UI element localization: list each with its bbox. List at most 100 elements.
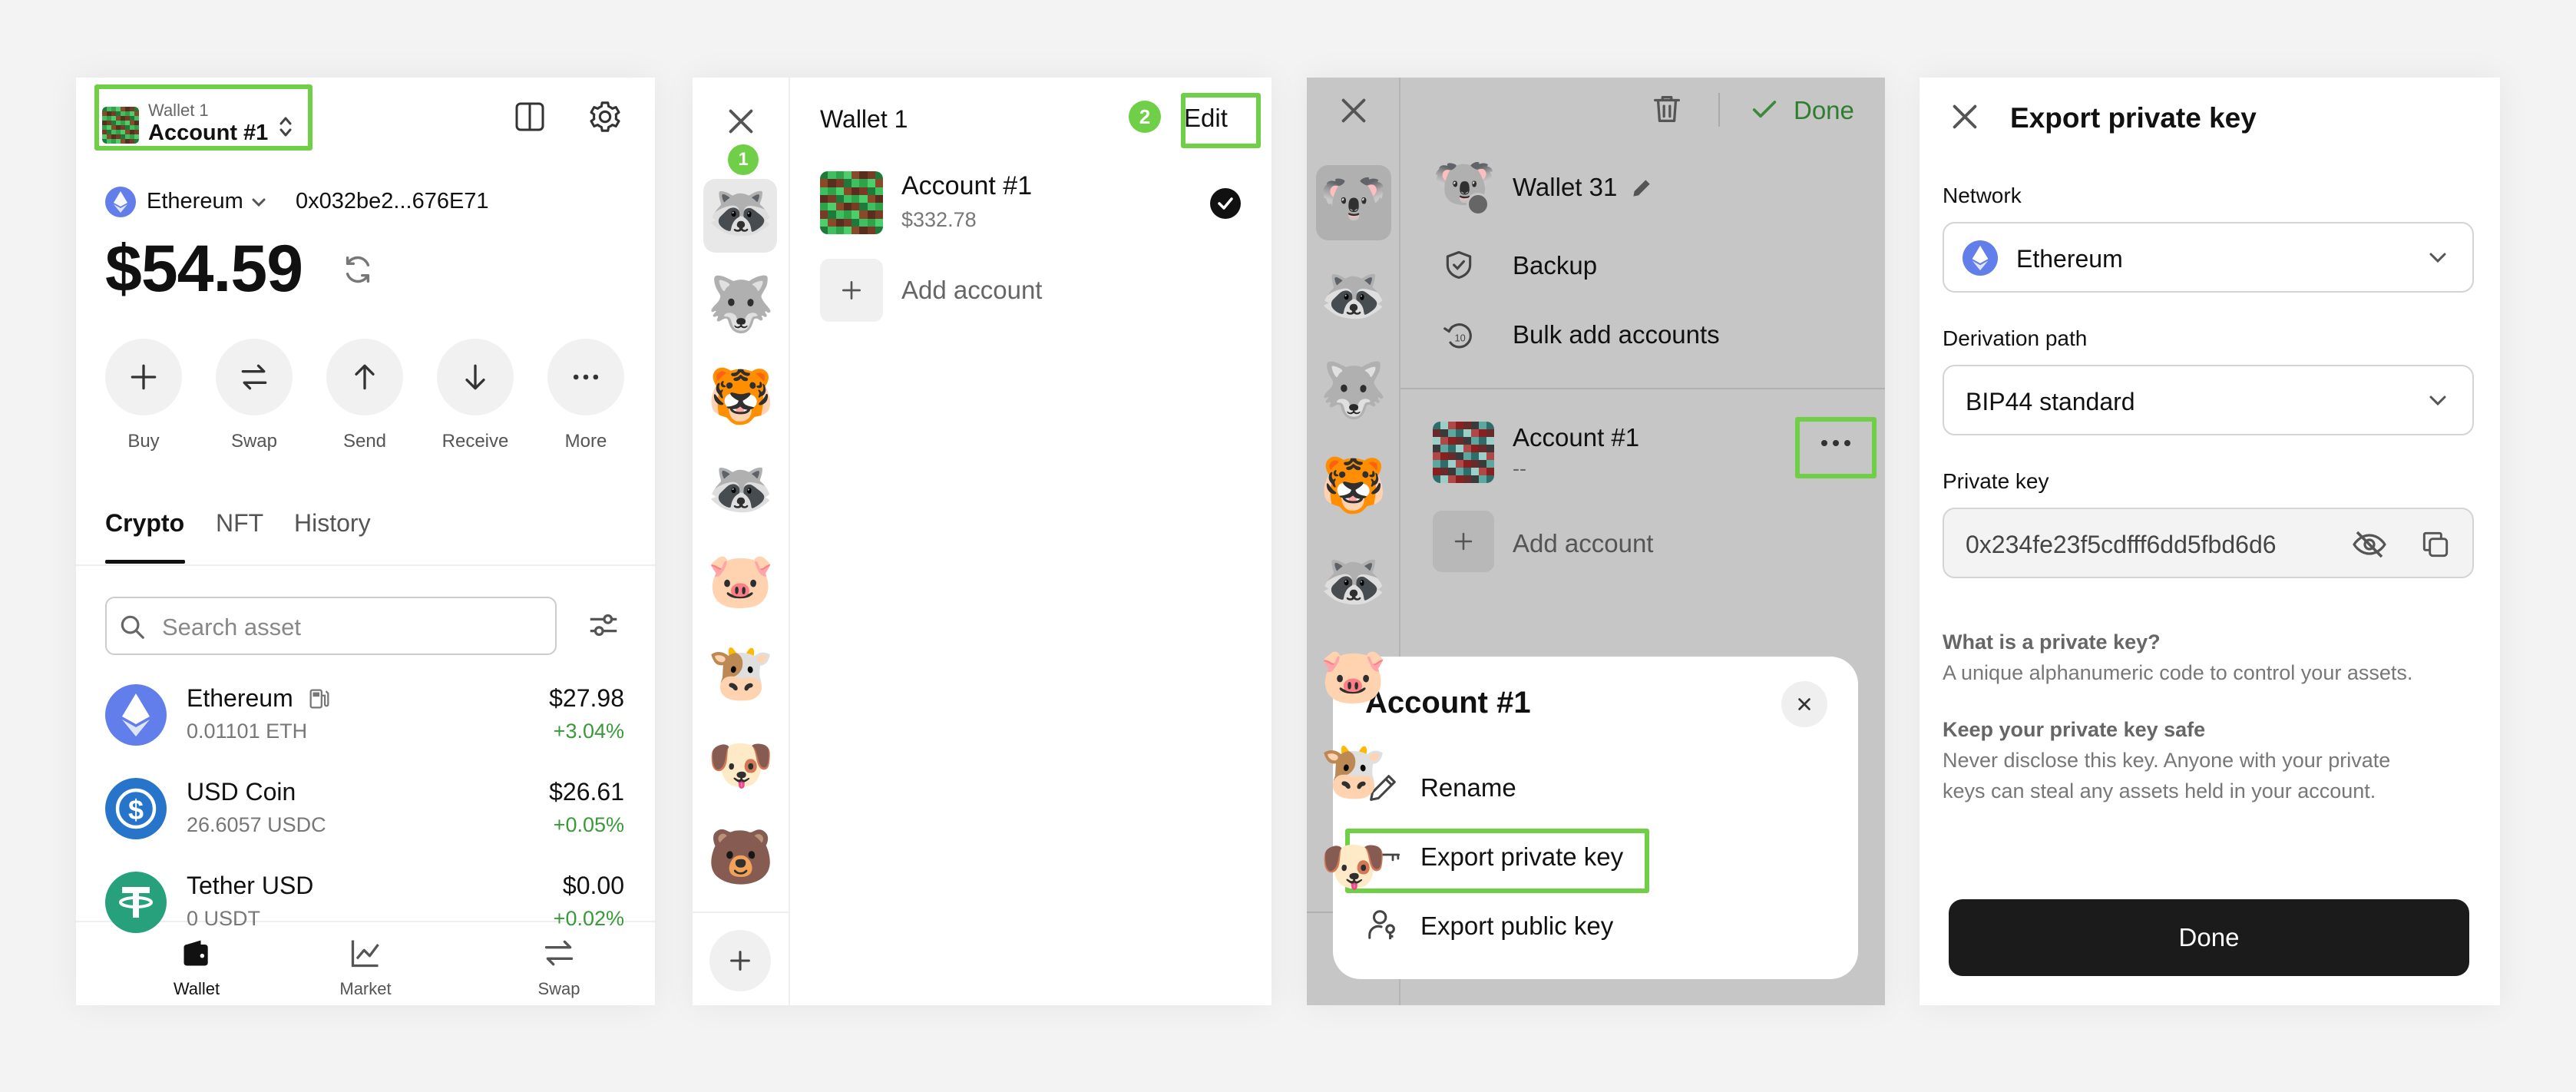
add-wallet-button[interactable] bbox=[709, 930, 771, 991]
add-account-label[interactable]: Add account bbox=[1513, 529, 1653, 558]
tab-indicator bbox=[105, 560, 185, 564]
close-icon[interactable] bbox=[1947, 99, 1982, 134]
network-selector[interactable]: Ethereum bbox=[147, 189, 243, 214]
private-key-field[interactable]: 0x234fe23f5cdfff6dd5fbd6d6 bbox=[1943, 508, 2474, 578]
close-icon[interactable] bbox=[723, 104, 759, 139]
wallet-avatar-5[interactable]: 🐷 bbox=[705, 554, 777, 607]
wallet-avatar-2[interactable]: 🦝 bbox=[1318, 268, 1390, 322]
asset-name: Tether USD bbox=[187, 872, 314, 899]
add-account-button[interactable]: Add account bbox=[820, 259, 1250, 323]
highlight-box bbox=[1181, 93, 1261, 148]
send-label: Send bbox=[342, 431, 387, 452]
eye-off-icon[interactable] bbox=[2351, 526, 2388, 563]
page-title: Export private key bbox=[2010, 102, 2257, 134]
wallet-avatar-3[interactable]: 🐯 bbox=[705, 369, 777, 423]
done-button[interactable]: Done bbox=[1949, 899, 2469, 976]
wallet-avatar-2[interactable]: 🐺 bbox=[705, 277, 777, 331]
bulk-add-menu-item[interactable]: Bulk add accounts bbox=[1513, 320, 1720, 349]
more-badge-icon bbox=[1467, 193, 1490, 216]
search-input[interactable]: Search asset bbox=[105, 597, 557, 655]
pencil-icon[interactable] bbox=[1629, 176, 1654, 200]
wallet-avatar-8[interactable]: 🐻 bbox=[705, 830, 777, 884]
derivation-label: Derivation path bbox=[1943, 326, 2088, 350]
asset-amount: 0 USDT bbox=[187, 907, 261, 930]
ethereum-icon bbox=[105, 187, 136, 217]
wallet-avatar-7[interactable]: 🐮 bbox=[1318, 744, 1390, 798]
step-badge-2: 2 bbox=[1129, 101, 1161, 133]
asset-row[interactable]: Tether USD 0 USDT $0.00 +0.02% bbox=[76, 869, 655, 953]
tab-crypto[interactable]: Crypto bbox=[105, 509, 184, 538]
done-button[interactable]: Done bbox=[1794, 96, 1854, 125]
more-button[interactable] bbox=[547, 339, 624, 415]
plus-icon bbox=[842, 281, 861, 299]
wallet-avatar-7[interactable]: 🐶 bbox=[705, 738, 777, 792]
wallet-name[interactable]: Wallet 31 bbox=[1513, 173, 1617, 202]
sidebar-toggle-icon[interactable] bbox=[514, 101, 546, 133]
svg-text:10: 10 bbox=[1455, 332, 1466, 343]
more-label: More bbox=[564, 431, 607, 452]
wallet-address[interactable]: 0x032be2...676E71 bbox=[296, 189, 489, 214]
trash-icon[interactable] bbox=[1649, 91, 1685, 127]
chevron-down-icon bbox=[2429, 253, 2446, 263]
plus-icon-box bbox=[820, 259, 883, 322]
asset-row[interactable]: $ USD Coin 26.6057 USDC $26.61 +0.05% bbox=[76, 775, 655, 859]
nav-swap-label: Swap bbox=[537, 979, 580, 998]
wallet-avatar-5[interactable]: 🦝 bbox=[1318, 554, 1390, 607]
more-icon bbox=[573, 374, 599, 380]
account-list-panel: 1 Wallet 1 2 Edit Account #1 $332.78 Add… bbox=[693, 78, 1271, 1005]
close-icon[interactable] bbox=[1336, 93, 1371, 128]
gear-icon[interactable] bbox=[587, 99, 623, 134]
search-icon bbox=[121, 615, 144, 639]
arrow-up-icon bbox=[355, 364, 375, 390]
wallet-avatar-4[interactable]: 🦝 bbox=[705, 462, 777, 515]
derivation-select[interactable]: BIP44 standard bbox=[1943, 365, 2474, 435]
asset-amount: 26.6057 USDC bbox=[187, 813, 326, 836]
wallet-home-panel: Wallet 1 Account #1 Ethereum 0x032be2...… bbox=[76, 78, 655, 1005]
filter-icon[interactable] bbox=[586, 607, 621, 643]
asset-change: +0.02% bbox=[553, 907, 624, 930]
receive-button[interactable] bbox=[437, 339, 514, 415]
wallet-title: Wallet 1 bbox=[820, 105, 908, 133]
wallet-avatar-1[interactable]: 🦝 bbox=[705, 185, 777, 239]
wallet-avatar-8[interactable]: 🐶 bbox=[1318, 839, 1390, 893]
wallet-avatar-3[interactable]: 🐺 bbox=[1318, 363, 1390, 417]
edit-wallet-panel: Done 🐨 Wallet 31 Backup 10 Bulk add acco… bbox=[1307, 78, 1885, 1005]
step-badge-1: 1 bbox=[728, 144, 759, 175]
buy-button[interactable] bbox=[105, 339, 182, 415]
sheet-close-button[interactable] bbox=[1781, 681, 1827, 727]
add-account-button[interactable] bbox=[1433, 511, 1494, 572]
safety-body-line-1: Never disclose this key. Anyone with you… bbox=[1943, 749, 2391, 772]
tether-icon bbox=[105, 872, 167, 933]
tab-history[interactable]: History bbox=[294, 509, 371, 538]
total-balance: $54.59 bbox=[105, 232, 303, 306]
network-select[interactable]: Ethereum bbox=[1943, 222, 2474, 293]
highlight-box bbox=[1795, 417, 1877, 478]
arrow-down-icon bbox=[465, 364, 485, 390]
copy-icon[interactable] bbox=[2419, 528, 2452, 561]
backup-menu-item[interactable]: Backup bbox=[1513, 251, 1597, 280]
swap-button[interactable] bbox=[216, 339, 293, 415]
rename-menu-item[interactable]: Rename bbox=[1420, 773, 1516, 802]
asset-name: Ethereum bbox=[187, 684, 293, 712]
wallet-avatar-6[interactable]: 🐮 bbox=[705, 646, 777, 700]
plus-icon bbox=[1454, 532, 1473, 551]
tab-nft[interactable]: NFT bbox=[216, 509, 263, 538]
user-key-icon bbox=[1368, 910, 1395, 940]
asset-value: $26.61 bbox=[549, 778, 624, 806]
account-row[interactable]: Account #1 $332.78 bbox=[820, 164, 1250, 240]
wallet-avatar-4[interactable]: 🐯 bbox=[1318, 458, 1390, 512]
info-body: A unique alphanumeric code to control yo… bbox=[1943, 661, 2413, 684]
export-public-key-menu-item[interactable]: Export public key bbox=[1420, 912, 1613, 941]
derivation-value: BIP44 standard bbox=[1966, 388, 2135, 415]
refresh-icon[interactable] bbox=[340, 252, 375, 287]
wallet-avatar-6[interactable]: 🐷 bbox=[1318, 649, 1390, 703]
asset-row[interactable]: Ethereum 0.01101 ETH $27.98 +3.04% bbox=[76, 681, 655, 766]
wallet-avatar-1[interactable]: 🐨 bbox=[1318, 173, 1390, 227]
account-avatar bbox=[820, 171, 883, 234]
asset-name: USD Coin bbox=[187, 778, 296, 806]
send-button[interactable] bbox=[326, 339, 403, 415]
chevron-down-icon bbox=[252, 198, 266, 207]
account-balance: -- bbox=[1513, 457, 1526, 480]
export-private-key-panel: Export private key Network Ethereum Deri… bbox=[1920, 78, 2500, 1005]
private-key-value: 0x234fe23f5cdfff6dd5fbd6d6 bbox=[1966, 531, 2277, 558]
